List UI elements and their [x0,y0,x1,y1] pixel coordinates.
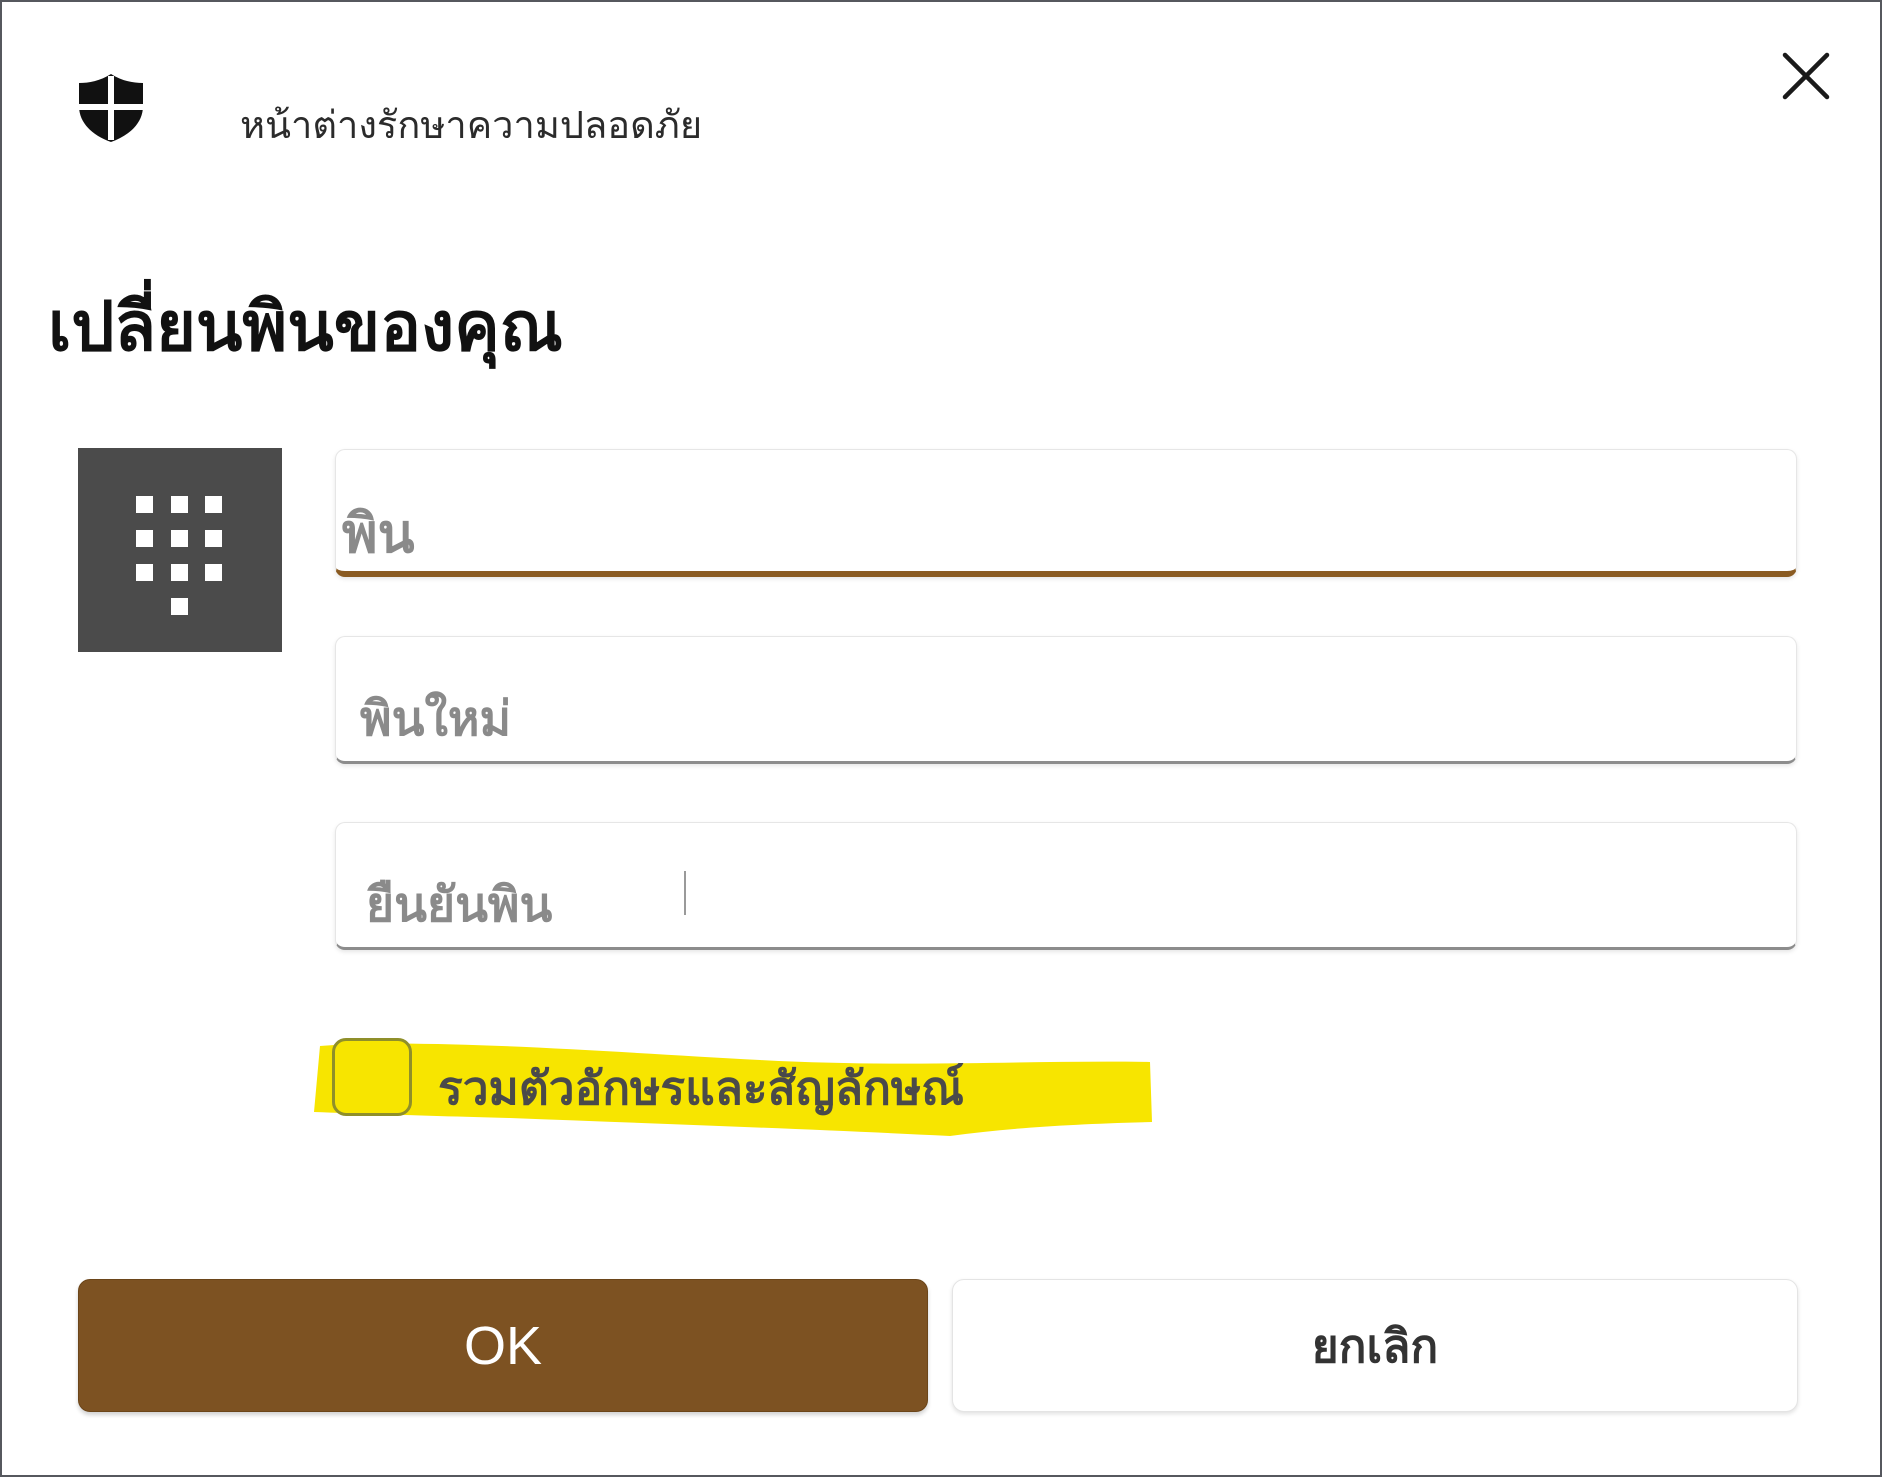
keypad-tile [78,448,282,652]
security-window: หน้าต่างรักษาความปลอดภัย เปลี่ยนพินของคุ… [0,0,1882,1477]
page-title: เปลี่ยนพินของคุณ [48,289,563,365]
confirm-pin-input[interactable]: ยืนยันพิน [335,822,1797,950]
pin-input[interactable]: พิน [335,449,1797,577]
new-pin-input[interactable]: พินใหม่ [335,636,1797,764]
ok-button[interactable]: OK [78,1279,928,1412]
close-icon [1782,52,1830,100]
keypad-icon [136,496,222,615]
close-button[interactable] [1780,50,1832,102]
new-pin-placeholder: พินใหม่ [360,693,512,746]
cancel-button[interactable]: ยกเลิก [952,1279,1798,1412]
pin-placeholder: พิน [342,504,415,564]
include-chars-checkbox[interactable] [332,1038,412,1116]
text-caret [684,871,686,915]
shield-icon [76,72,146,144]
confirm-pin-placeholder: ยืนยันพิน [366,879,553,932]
window-title: หน้าต่างรักษาความปลอดภัย [240,105,703,147]
include-chars-label[interactable]: รวมตัวอักษรและสัญลักษณ์ [438,1052,964,1125]
